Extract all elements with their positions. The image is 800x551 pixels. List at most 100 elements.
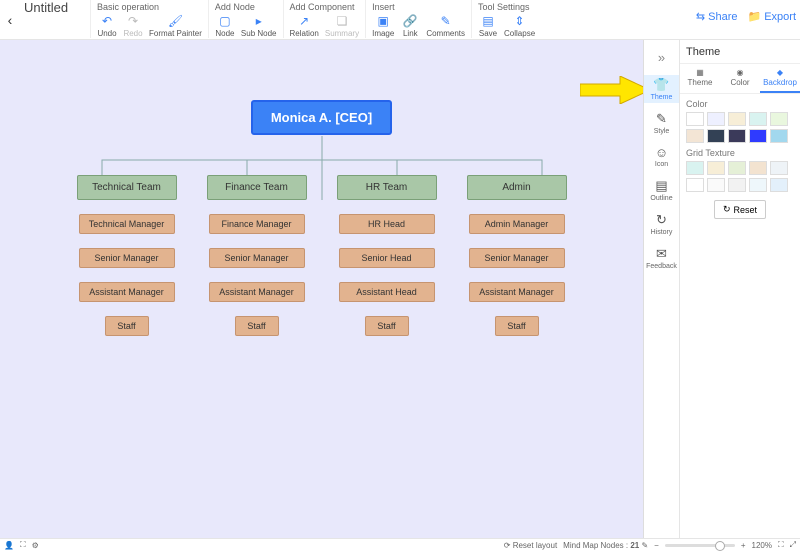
link-button[interactable]: 🔗Link (400, 14, 420, 38)
grid-swatch[interactable] (770, 161, 788, 175)
color-swatch[interactable] (728, 112, 746, 126)
root-node[interactable]: Monica A. [CEO] (251, 100, 392, 135)
canvas[interactable]: Monica A. [CEO] Technical Team Technical… (0, 40, 644, 538)
section-grid-label: Grid Texture (680, 143, 800, 161)
image-button[interactable]: ▣Image (372, 14, 394, 38)
mini-theme[interactable]: 👕Theme (644, 75, 679, 103)
color-swatch[interactable] (749, 112, 767, 126)
format-painter-button[interactable]: 🖌Format Painter (149, 14, 202, 38)
role-node[interactable]: Staff (235, 316, 279, 336)
export-button[interactable]: 📁Export (748, 10, 797, 23)
grid-swatch[interactable] (707, 161, 725, 175)
summary-icon: ❏ (335, 14, 349, 28)
role-node[interactable]: Technical Manager (79, 214, 175, 234)
role-node[interactable]: Admin Manager (469, 214, 565, 234)
undo-button[interactable]: ↶Undo (97, 14, 117, 38)
export-icon: 📁 (748, 10, 762, 23)
backdrop-tab-icon: ◆ (777, 68, 783, 77)
theme-panel: Theme ▦Theme ◉Color ◆Backdrop Color Grid… (680, 40, 800, 538)
grid-swatch[interactable] (686, 178, 704, 192)
mini-icon[interactable]: ☺Icon (644, 143, 679, 170)
role-node[interactable]: Assistant Manager (469, 282, 565, 302)
document-title[interactable]: Untitled (20, 0, 90, 15)
color-swatch[interactable] (707, 112, 725, 126)
format-painter-icon: 🖌 (168, 14, 182, 28)
group-title: Insert (372, 2, 465, 12)
zoom-slider[interactable] (665, 544, 735, 547)
column-finance: Finance Team Finance Manager Senior Mana… (207, 175, 307, 336)
zoom-out-button[interactable]: − (654, 541, 659, 550)
group-title: Basic operation (97, 2, 202, 12)
dept-node[interactable]: Finance Team (207, 175, 307, 200)
grid-swatch[interactable] (686, 161, 704, 175)
redo-button[interactable]: ↷Redo (123, 14, 143, 38)
save-button[interactable]: ▤Save (478, 14, 498, 38)
role-node[interactable]: Staff (105, 316, 149, 336)
mini-outline[interactable]: ▤Outline (644, 176, 679, 204)
zoom-in-button[interactable]: + (741, 541, 746, 550)
role-node[interactable]: Senior Head (339, 248, 435, 268)
color-swatch[interactable] (686, 129, 704, 143)
grid-swatch[interactable] (770, 178, 788, 192)
org-chart: Monica A. [CEO] Technical Team Technical… (42, 100, 602, 336)
role-node[interactable]: Staff (495, 316, 539, 336)
color-swatch[interactable] (749, 129, 767, 143)
role-node[interactable]: Assistant Manager (209, 282, 305, 302)
tab-color[interactable]: ◉Color (720, 64, 760, 93)
share-button[interactable]: ⇆Share (696, 10, 738, 23)
zoom-value: 120% (752, 541, 772, 550)
color-swatch[interactable] (770, 112, 788, 126)
role-node[interactable]: Senior Manager (79, 248, 175, 268)
main: Monica A. [CEO] Technical Team Technical… (0, 40, 800, 538)
color-swatch[interactable] (770, 129, 788, 143)
reset-layout-button[interactable]: ⟳ Reset layout (504, 541, 557, 550)
group-basic-operation: Basic operation ↶Undo ↷Redo 🖌Format Pain… (90, 0, 208, 38)
grid-swatch[interactable] (728, 178, 746, 192)
color-swatch[interactable] (686, 112, 704, 126)
role-node[interactable]: Finance Manager (209, 214, 305, 234)
grid-swatch[interactable] (749, 178, 767, 192)
highlight-arrow (580, 76, 644, 107)
grid-swatch[interactable] (707, 178, 725, 192)
color-swatch[interactable] (707, 129, 725, 143)
role-node[interactable]: Senior Manager (469, 248, 565, 268)
panel-collapse-button[interactable]: » (654, 46, 669, 69)
dept-node[interactable]: Admin (467, 175, 567, 200)
collapse-button[interactable]: ⇕Collapse (504, 14, 535, 38)
reset-button[interactable]: ↻Reset (714, 200, 766, 219)
summary-button[interactable]: ❏Summary (325, 14, 359, 38)
relation-button[interactable]: ↗Relation (290, 14, 319, 38)
history-icon: ↻ (656, 212, 667, 228)
role-node[interactable]: HR Head (339, 214, 435, 234)
grid-swatches (680, 161, 800, 192)
role-node[interactable]: Assistant Head (339, 282, 435, 302)
tab-backdrop[interactable]: ◆Backdrop (760, 64, 800, 93)
fullscreen-icon[interactable]: ⛶ (20, 540, 26, 550)
color-swatch[interactable] (728, 129, 746, 143)
people-icon[interactable]: 👤 (4, 541, 14, 550)
dept-node[interactable]: HR Team (337, 175, 437, 200)
role-node[interactable]: Assistant Manager (79, 282, 175, 302)
expand-icon[interactable]: ⤢ (790, 540, 796, 550)
sub-node-button[interactable]: ▸Sub Node (241, 14, 277, 38)
mini-history[interactable]: ↻History (644, 210, 679, 238)
group-add-node: Add Node ▢Node ▸Sub Node (208, 0, 283, 38)
grid-swatch[interactable] (749, 161, 767, 175)
tab-theme[interactable]: ▦Theme (680, 64, 720, 93)
column-admin: Admin Admin Manager Senior Manager Assis… (467, 175, 567, 336)
settings-icon[interactable]: ⚙ (32, 541, 39, 550)
dept-node[interactable]: Technical Team (77, 175, 177, 200)
image-icon: ▣ (376, 14, 390, 28)
mini-feedback[interactable]: ✉Feedback (644, 244, 679, 272)
mini-style[interactable]: ✎Style (644, 109, 679, 137)
role-node[interactable]: Senior Manager (209, 248, 305, 268)
reset-icon: ↻ (723, 204, 731, 215)
comments-button[interactable]: ✎Comments (426, 14, 465, 38)
role-node[interactable]: Staff (365, 316, 409, 336)
fit-icon[interactable]: ⛶ (778, 540, 784, 550)
group-tool-settings: Tool Settings ▤Save ⇕Collapse (471, 0, 541, 38)
back-button[interactable]: ‹ (0, 0, 20, 40)
grid-swatch[interactable] (728, 161, 746, 175)
node-button[interactable]: ▢Node (215, 14, 235, 38)
outline-icon: ▤ (655, 178, 667, 194)
